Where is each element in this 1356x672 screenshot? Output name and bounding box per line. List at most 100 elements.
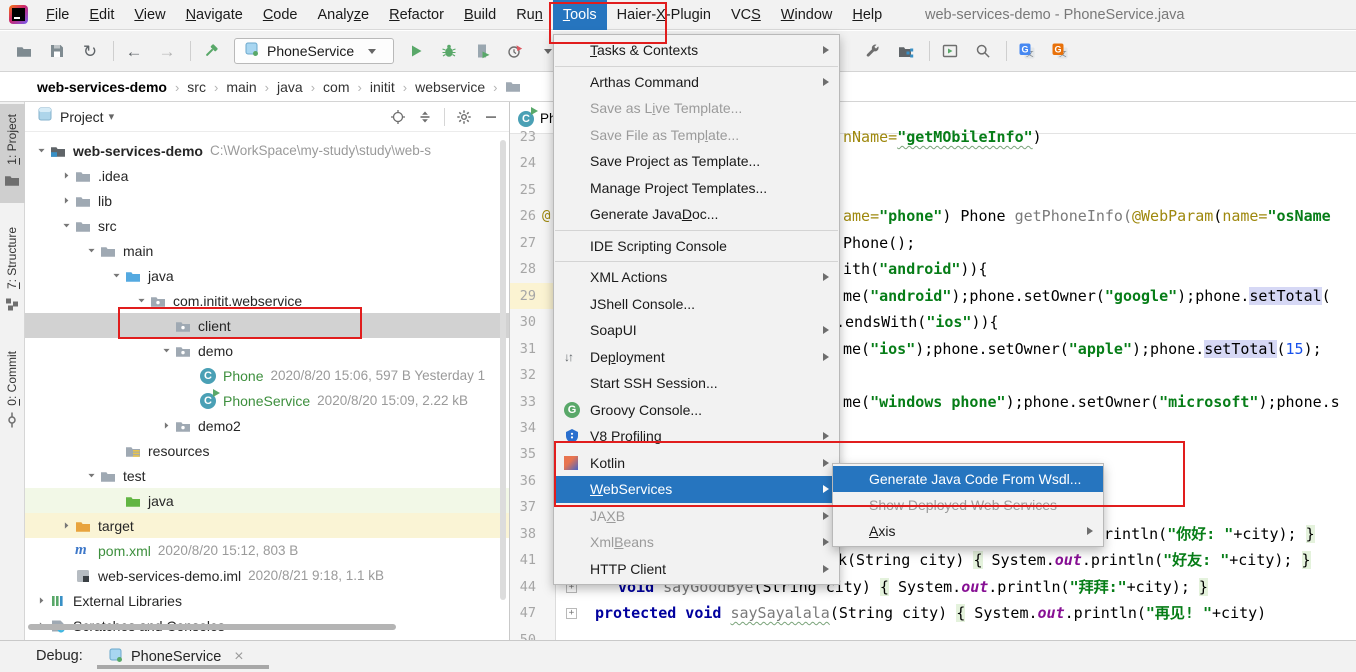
collapse-icon[interactable] xyxy=(417,109,433,125)
menu-item-save-project-as-template[interactable]: Save Project as Template... xyxy=(554,148,839,175)
code-line-38[interactable]: rintln("你好: "+city); } xyxy=(1104,521,1315,547)
line-number-50[interactable]: 50 xyxy=(510,627,536,640)
chevron-open-icon[interactable] xyxy=(83,244,100,257)
gear-icon[interactable] xyxy=(456,109,472,125)
tree-item-web-services-demo-iml[interactable]: web-services-demo.iml 2020/8/21 9:18, 1.1… xyxy=(25,563,509,588)
fold-marker-icon[interactable]: + xyxy=(566,608,577,620)
menubar-item-code[interactable]: Code xyxy=(253,0,308,30)
menu-item-arthas-command[interactable]: Arthas Command xyxy=(554,69,839,96)
menu-item-soapui[interactable]: SoapUI xyxy=(554,317,839,344)
menu-item-webservices[interactable]: WebServices xyxy=(554,476,839,503)
project-structure-icon[interactable] xyxy=(894,39,918,63)
tree-item-test[interactable]: test xyxy=(25,463,509,488)
tree-item-demo[interactable]: demo xyxy=(25,338,509,363)
tree-item-java[interactable]: java xyxy=(25,263,509,288)
chevron-open-icon[interactable] xyxy=(158,344,175,357)
search-icon[interactable] xyxy=(971,39,995,63)
code-line-23[interactable]: nName="getMObileInfo") xyxy=(843,124,1042,150)
chevron-closed-icon[interactable] xyxy=(58,169,75,182)
line-number-27[interactable]: 27 xyxy=(510,230,536,256)
menu-item-xml-actions[interactable]: XML Actions xyxy=(554,264,839,291)
breadcrumb-item-main[interactable]: main xyxy=(226,79,256,95)
tree-item-lib[interactable]: lib xyxy=(25,188,509,213)
tree-item-web-services-demo[interactable]: web-services-demo C:\WorkSpace\my-study\s… xyxy=(25,138,509,163)
chevron-open-icon[interactable] xyxy=(58,219,75,232)
breadcrumb-item-web-services-demo[interactable]: web-services-demo xyxy=(37,79,167,95)
breadcrumb-item-com[interactable]: com xyxy=(323,79,349,95)
chevron-open-icon[interactable] xyxy=(33,144,50,157)
line-number-47[interactable]: 47 xyxy=(510,600,536,626)
line-number-44[interactable]: 44 xyxy=(510,574,536,600)
menu-item-start-ssh-session[interactable]: Start SSH Session... xyxy=(554,370,839,397)
wrench-icon[interactable] xyxy=(861,39,885,63)
breadcrumb-item-initit[interactable]: initit xyxy=(370,79,395,95)
chevron-closed-icon[interactable] xyxy=(158,419,175,432)
project-scrollbar-horizontal[interactable] xyxy=(28,624,396,630)
menubar-item-view[interactable]: View xyxy=(124,0,175,30)
code-line-31[interactable]: me("ios");phone.setOwner("apple");phone.… xyxy=(843,336,1322,362)
line-number-31[interactable]: 31 xyxy=(510,336,536,362)
line-number-23[interactable]: 23 xyxy=(510,124,536,150)
chevron-closed-icon[interactable] xyxy=(58,194,75,207)
submenu-item-axis[interactable]: Axis xyxy=(833,518,1103,544)
close-icon[interactable]: × xyxy=(234,648,243,666)
menu-item-kotlin[interactable]: Kotlin xyxy=(554,450,839,477)
menu-item-manage-project-templates[interactable]: Manage Project Templates... xyxy=(554,175,839,202)
menu-item-ide-scripting-console[interactable]: IDE Scripting Console xyxy=(554,233,839,260)
menu-item-jshell-console[interactable]: JShell Console... xyxy=(554,291,839,318)
line-number-34[interactable]: 34 xyxy=(510,415,536,441)
code-line-28[interactable]: ith("android")){ xyxy=(843,256,988,282)
chevron-open-icon[interactable] xyxy=(83,469,100,482)
line-number-36[interactable]: 36 xyxy=(510,468,536,494)
breadcrumb-item-webservice[interactable]: webservice xyxy=(415,79,485,95)
translate-blue-icon[interactable]: 文G xyxy=(1015,39,1039,63)
stripe-button-1-project[interactable]: 1: Project xyxy=(0,104,25,203)
line-number-26[interactable]: 26 xyxy=(510,203,536,229)
menubar-item-vcs[interactable]: VCS xyxy=(721,0,771,30)
line-number-28[interactable]: 28 xyxy=(510,256,536,282)
line-number-30[interactable]: 30 xyxy=(510,309,536,335)
profiler-icon[interactable] xyxy=(503,39,527,63)
project-scrollbar-vertical[interactable] xyxy=(500,140,506,600)
tree-item-phoneservice[interactable]: C PhoneService 2020/8/20 15:09, 2.22 kB xyxy=(25,388,509,413)
menu-item-v8-profiling[interactable]: V8 Profiling xyxy=(554,423,839,450)
menubar-item-refactor[interactable]: Refactor xyxy=(379,0,454,30)
run-window-icon[interactable] xyxy=(938,39,962,63)
tree-item-com-initit-webservice[interactable]: com.initit.webservice xyxy=(25,288,509,313)
line-number-32[interactable]: 32 xyxy=(510,362,536,388)
menu-item-deployment[interactable]: ↓↑ Deployment xyxy=(554,344,839,371)
stripe-button-0-commit[interactable]: 0: Commit xyxy=(0,341,25,444)
code-line-41[interactable]: k(String city) { System.out.println("好友:… xyxy=(838,547,1311,573)
submenu-item-generate-java-code-from-wsdl[interactable]: Generate Java Code From Wsdl... xyxy=(833,466,1103,492)
stripe-button-7-structure[interactable]: 7: Structure xyxy=(0,217,25,327)
tree-item-pom-xml[interactable]: m pom.xml 2020/8/20 15:12, 803 B xyxy=(25,538,509,563)
tree-item-src[interactable]: src xyxy=(25,213,509,238)
breadcrumb-item-src[interactable]: src xyxy=(187,79,206,95)
tree-item-external-libraries[interactable]: External Libraries xyxy=(25,588,509,613)
minus-icon[interactable] xyxy=(483,109,499,125)
run-config-select[interactable]: PhoneService xyxy=(234,38,394,64)
tree-item-demo2[interactable]: demo2 xyxy=(25,413,509,438)
line-number-24[interactable]: 24 xyxy=(510,150,536,176)
chevron-closed-icon[interactable] xyxy=(33,594,50,607)
run-icon[interactable] xyxy=(404,39,428,63)
menubar-item-help[interactable]: Help xyxy=(842,0,892,30)
forward-icon[interactable]: → xyxy=(155,39,179,63)
chevron-closed-icon[interactable] xyxy=(58,519,75,532)
tree-item-java[interactable]: java xyxy=(25,488,509,513)
tree-item-resources[interactable]: resources xyxy=(25,438,509,463)
menubar-item-tools[interactable]: Tools xyxy=(552,0,607,30)
chevron-down-icon[interactable]: ▾ xyxy=(109,110,115,123)
menu-item-groovy-console[interactable]: G Groovy Console... xyxy=(554,397,839,424)
code-line-26[interactable]: ame="phone") Phone getPhoneInfo(@WebPara… xyxy=(843,203,1331,229)
menubar-item-window[interactable]: Window xyxy=(771,0,843,30)
menubar-item-haier-x-plugin[interactable]: Haier-X-Plugin xyxy=(607,0,721,30)
code-line-29[interactable]: me("android");phone.setOwner("google");p… xyxy=(843,283,1331,309)
hammer-icon[interactable] xyxy=(199,39,223,63)
tree-item-idea[interactable]: .idea xyxy=(25,163,509,188)
line-number-35[interactable]: 35 xyxy=(510,441,536,467)
menubar-item-analyze[interactable]: Analyze xyxy=(308,0,380,30)
code-line-33[interactable]: me("windows phone");phone.setOwner("micr… xyxy=(843,389,1340,415)
chevron-open-icon[interactable] xyxy=(133,294,150,307)
locate-icon[interactable] xyxy=(390,109,406,125)
